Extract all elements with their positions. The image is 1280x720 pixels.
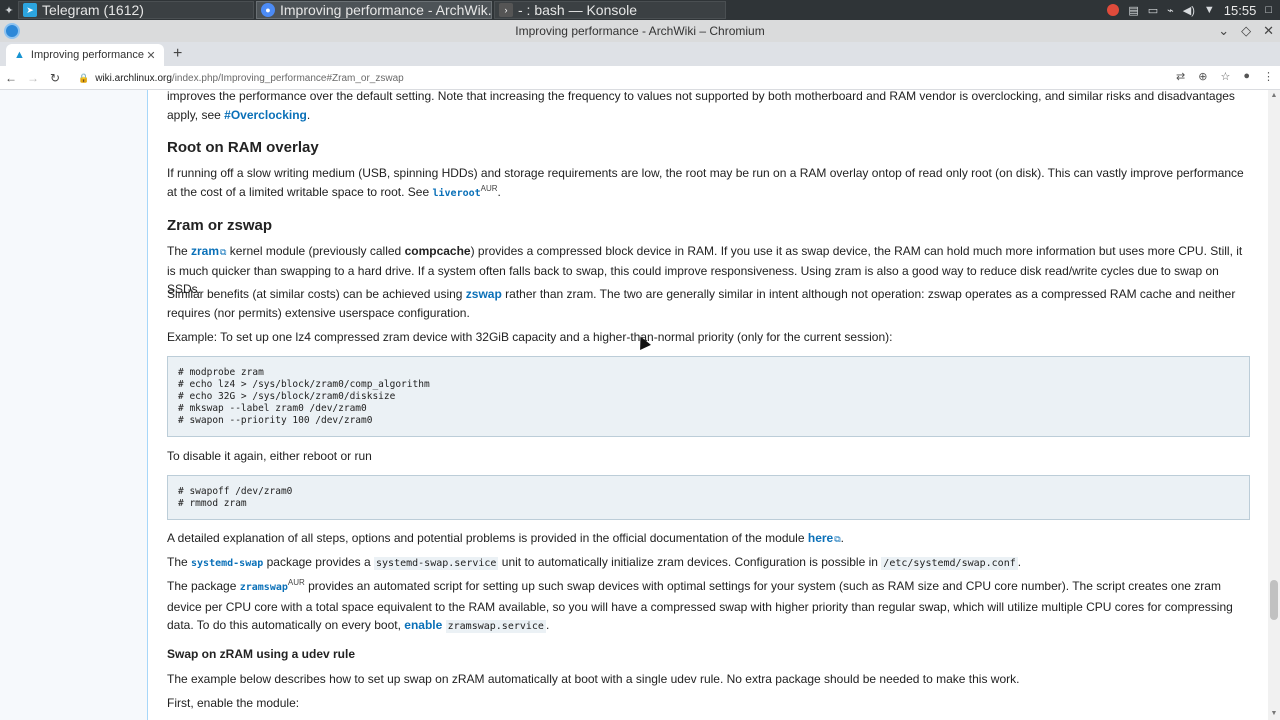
zram-paragraph-5: A detailed explanation of all steps, opt…	[167, 529, 1251, 549]
task-chromium[interactable]: ● Improving performance - ArchWik...	[256, 1, 492, 19]
code-block-zram-setup[interactable]: # modprobe zram # echo lz4 > /sys/block/…	[167, 356, 1250, 437]
reload-icon[interactable]: ↻	[44, 71, 66, 85]
zswap-link[interactable]: zswap	[466, 287, 502, 301]
lock-icon[interactable]: 🔒	[78, 73, 89, 84]
systemd-swap-service-code: systemd-swap.service	[374, 557, 499, 570]
text: provides an automated script for setting…	[167, 579, 1233, 632]
text: package provides a	[263, 555, 375, 569]
url-host: wiki.archlinux.org	[95, 72, 172, 84]
heading-root-on-ram-overlay: Root on RAM overlay	[167, 139, 319, 156]
terminal-icon: ›	[499, 3, 513, 17]
scroll-down-icon[interactable]: ▼	[1270, 710, 1278, 717]
article-content: improves the performance over the defaul…	[147, 90, 1269, 720]
tab-title: Improving performance -	[30, 49, 144, 61]
aur-label: AUR	[287, 578, 305, 587]
text: A detailed explanation of all steps, opt…	[167, 531, 808, 545]
text: .	[545, 618, 550, 632]
window-titlebar[interactable]: Improving performance - ArchWiki – Chrom…	[0, 20, 1280, 42]
text: Similar benefits (at similar costs) can …	[167, 287, 466, 301]
enable-link[interactable]: enable	[404, 618, 442, 632]
compcache-bold: compcache	[404, 244, 471, 258]
tab-close-icon[interactable]: ✕	[144, 49, 158, 62]
text: .	[840, 531, 844, 545]
task-label: Improving performance - ArchWik...	[280, 2, 492, 18]
bookmark-star-icon[interactable]: ☆	[1220, 70, 1230, 83]
forward-icon[interactable]: →	[22, 71, 44, 85]
clipboard-icon[interactable]: ▤	[1128, 4, 1138, 17]
heading-zram-or-zswap: Zram or zswap	[167, 217, 273, 234]
zramswap-link[interactable]: zramswap	[240, 582, 288, 593]
text: The	[167, 244, 192, 258]
network-icon[interactable]: ▼	[1204, 4, 1215, 16]
task-konsole[interactable]: › - : bash — Konsole	[494, 1, 726, 19]
heading-swap-on-zram-udev: Swap on zRAM using a udev rule	[167, 647, 356, 661]
chromium-icon: ●	[261, 3, 275, 17]
system-taskbar: ✦ ➤ Telegram (1612) ● Improving performa…	[0, 0, 1280, 20]
usb-icon[interactable]: ⌁	[1167, 4, 1174, 17]
archlinux-icon: ▲	[14, 49, 25, 61]
overclocking-link[interactable]: #Overclocking	[224, 108, 307, 122]
task-label: Telegram (1612)	[42, 2, 144, 18]
url-path: /index.php/Improving_performance#Zram_or…	[171, 72, 404, 84]
close-icon[interactable]: ✕	[1263, 23, 1274, 39]
text: The	[167, 555, 192, 569]
text: unit to automatically initialize zram de…	[498, 555, 882, 569]
swap-conf-code: /etc/systemd/swap.conf	[881, 557, 1018, 570]
text: The package	[167, 579, 240, 593]
system-tray: ▤ ▭ ⌁ ◀) ▼ 15:55 □	[1107, 0, 1280, 20]
notification-icon[interactable]	[1107, 4, 1120, 16]
task-label: - : bash — Konsole	[518, 2, 638, 18]
zram-paragraph-2: Similar benefits (at similar costs) can …	[167, 285, 1251, 322]
intro-paragraph: improves the performance over the defaul…	[167, 90, 1251, 124]
zramswap-service-code: zramswap.service	[445, 620, 546, 633]
text: .	[306, 107, 311, 122]
scroll-up-icon[interactable]: ▲	[1270, 92, 1278, 99]
text: kernel module (previously called	[226, 244, 405, 258]
code-block-zram-disable[interactable]: # swapoff /dev/zram0 # rmmod zram	[167, 475, 1250, 520]
aur-label: AUR	[480, 183, 498, 193]
battery-icon[interactable]: ▭	[1148, 4, 1158, 17]
page-scrollbar[interactable]: ▲ ▼	[1268, 90, 1280, 720]
address-bar[interactable]: 🔒 wiki.archlinux.org/index.php/Improving…	[78, 70, 404, 86]
zoom-icon[interactable]: ⊕	[1198, 70, 1207, 83]
text: .	[1017, 555, 1022, 569]
window-title: Improving performance - ArchWiki – Chrom…	[515, 24, 765, 38]
back-icon[interactable]: ←	[0, 71, 22, 85]
text: If running off a slow writing medium (US…	[167, 166, 1244, 199]
zram-paragraph-6: The systemd-swap package provides a syst…	[167, 553, 1251, 574]
udev-paragraph-1: The example below describes how to set u…	[167, 672, 1020, 686]
minimize-icon[interactable]: ⌄	[1218, 23, 1229, 39]
web-page: improves the performance over the defaul…	[0, 90, 1280, 720]
volume-icon[interactable]: ◀)	[1183, 4, 1195, 17]
task-telegram[interactable]: ➤ Telegram (1612)	[18, 1, 254, 19]
profile-icon[interactable]: ●	[1243, 70, 1250, 83]
zram-paragraph-3: Example: To set up one lz4 compressed zr…	[167, 330, 893, 344]
zram-link[interactable]: zram	[191, 244, 226, 258]
tab-strip: ▲ Improving performance - ✕ +	[0, 42, 1280, 66]
new-tab-icon[interactable]: +	[173, 45, 182, 63]
chromium-icon[interactable]	[4, 23, 20, 39]
text: .	[497, 184, 501, 199]
here-link[interactable]: here	[808, 531, 841, 545]
udev-paragraph-2: First, enable the module:	[167, 696, 300, 710]
browser-toolbar: ← → ↻ 🔒 wiki.archlinux.org/index.php/Imp…	[0, 66, 1280, 90]
keep-above-icon[interactable]: ◇	[1241, 23, 1251, 39]
menu-icon[interactable]: ⋮	[1263, 70, 1274, 83]
root-paragraph: If running off a slow writing medium (US…	[167, 164, 1251, 203]
clock[interactable]: 15:55	[1224, 3, 1257, 18]
telegram-icon: ➤	[23, 3, 37, 17]
show-desktop-icon[interactable]: □	[1265, 4, 1272, 16]
tab-archwiki[interactable]: ▲ Improving performance - ✕	[6, 44, 164, 66]
systemd-swap-link[interactable]: systemd-swap	[191, 558, 263, 569]
liveroot-link[interactable]: liveroot	[432, 188, 480, 199]
scrollbar-thumb[interactable]	[1270, 580, 1278, 620]
app-launcher-icon[interactable]: ✦	[0, 0, 18, 20]
zram-paragraph-4: To disable it again, either reboot or ru…	[167, 449, 372, 463]
text: improves the performance over the defaul…	[167, 90, 1235, 122]
translate-icon[interactable]: ⇄	[1176, 70, 1185, 83]
zram-paragraph-7: The package zramswapAUR provides an auto…	[167, 577, 1251, 637]
